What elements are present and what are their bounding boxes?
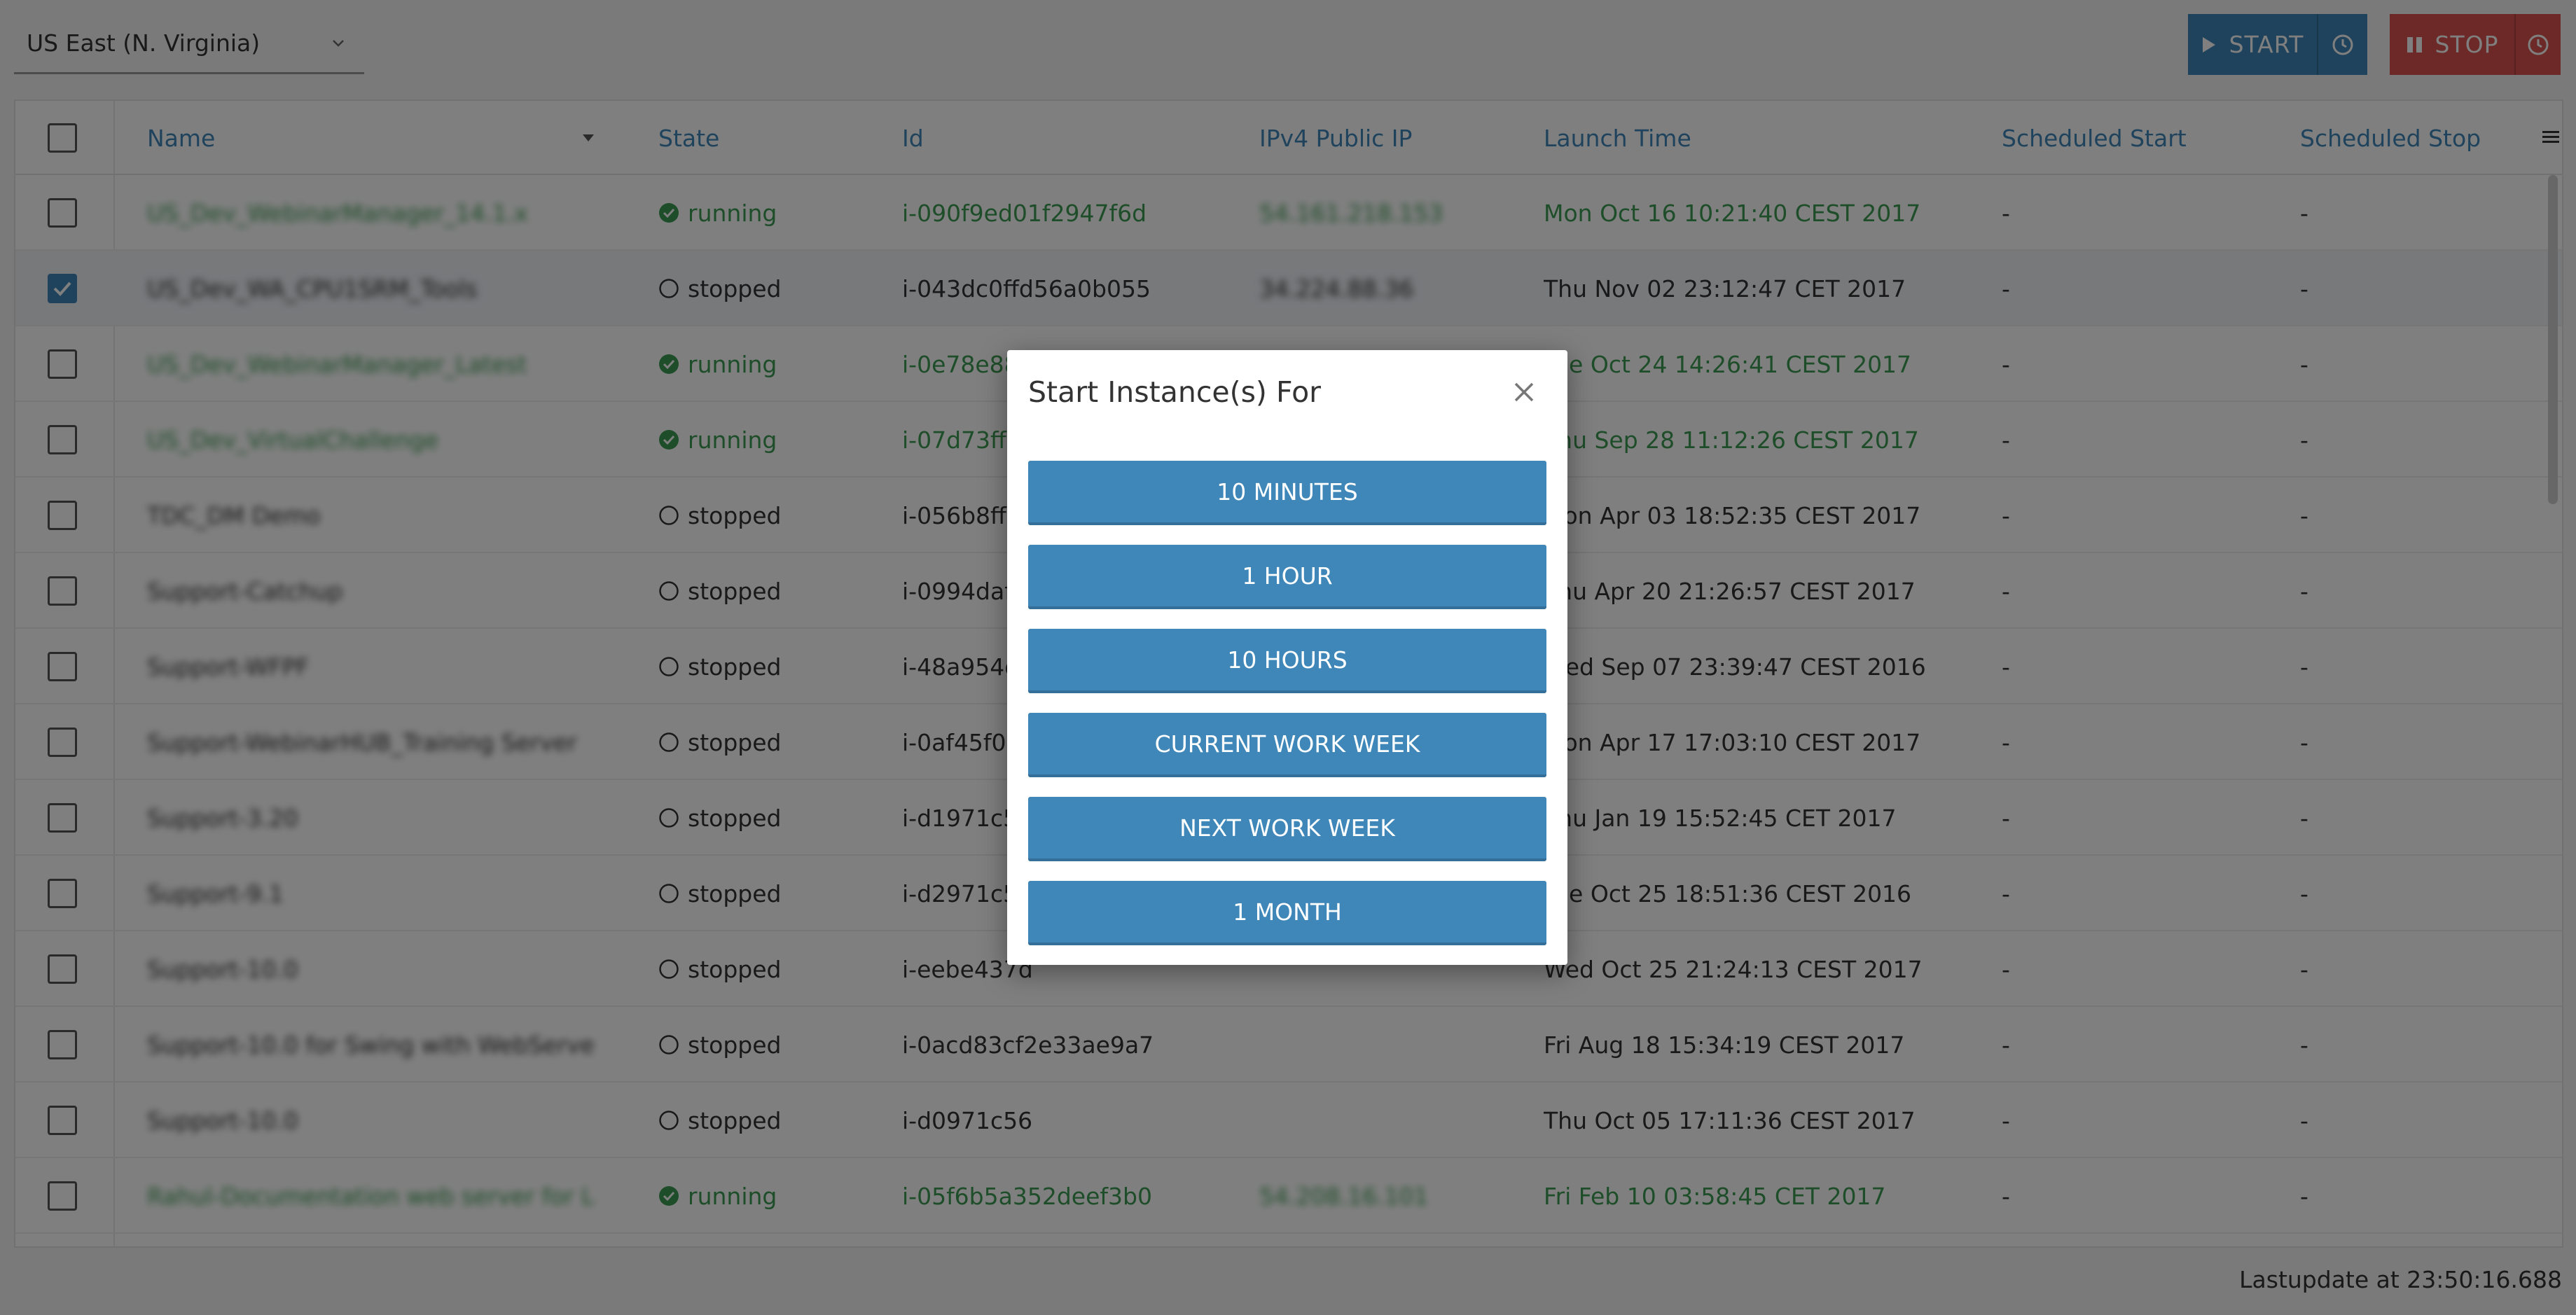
dialog-title: Start Instance(s) For <box>1028 375 1322 409</box>
instance-manager-page: US East (N. Virginia) START STOP Name St… <box>0 0 2576 1315</box>
duration-1-hour-button[interactable]: 1 HOUR <box>1028 545 1546 609</box>
duration-current-work-week-button[interactable]: CURRENT WORK WEEK <box>1028 713 1546 777</box>
duration-1-month-button[interactable]: 1 MONTH <box>1028 881 1546 945</box>
duration-10-hours-button[interactable]: 10 HOURS <box>1028 629 1546 693</box>
close-icon[interactable] <box>1507 375 1541 409</box>
duration-10-minutes-button[interactable]: 10 MINUTES <box>1028 461 1546 525</box>
start-instances-dialog: Start Instance(s) For 10 MINUTES 1 HOUR … <box>1007 350 1567 965</box>
duration-next-work-week-button[interactable]: NEXT WORK WEEK <box>1028 797 1546 861</box>
